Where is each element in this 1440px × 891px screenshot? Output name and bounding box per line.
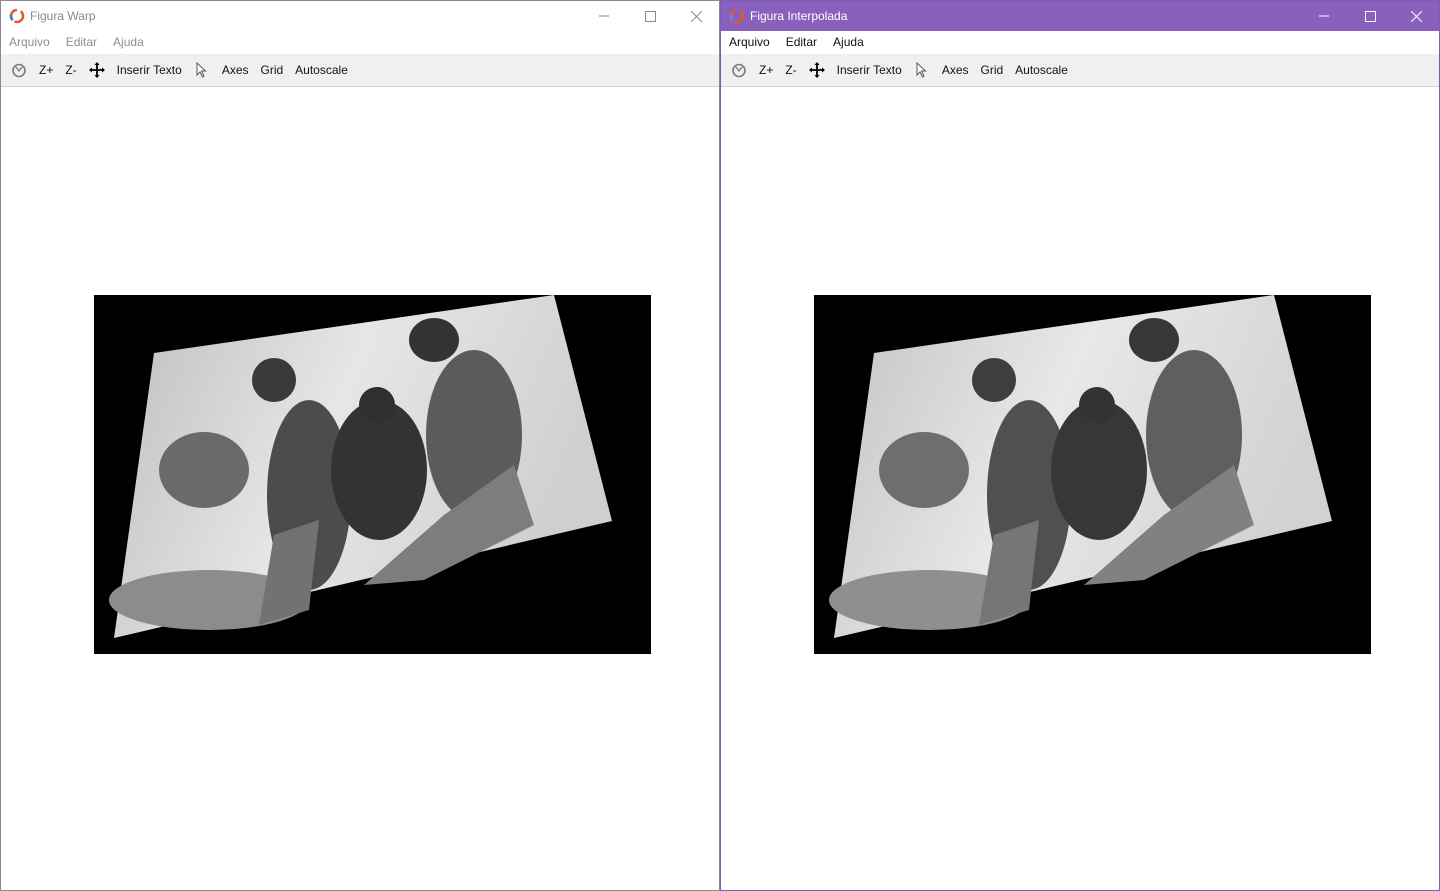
zoom-out-button[interactable]: Z- (779, 58, 802, 82)
axes-button[interactable]: Axes (216, 58, 255, 82)
app-logo-icon (8, 7, 26, 25)
zoom-out-button[interactable]: Z- (59, 58, 82, 82)
home-icon[interactable] (5, 58, 33, 82)
zoom-in-button[interactable]: Z+ (33, 58, 59, 82)
grid-button[interactable]: Grid (975, 58, 1010, 82)
maximize-icon (644, 10, 656, 22)
app-logo-icon (728, 7, 746, 25)
maximize-button[interactable] (627, 1, 673, 31)
window-figura-interpolada: Figura Interpolada Arquivo Editar Ajuda … (720, 0, 1440, 891)
minimize-icon (1319, 15, 1329, 17)
menu-arquivo[interactable]: Arquivo (721, 35, 778, 49)
zoom-in-button[interactable]: Z+ (753, 58, 779, 82)
menu-bar: Arquivo Editar Ajuda (1, 31, 719, 53)
menu-ajuda[interactable]: Ajuda (825, 35, 872, 49)
figure-canvas[interactable] (721, 87, 1439, 890)
home-icon[interactable] (725, 58, 753, 82)
warped-image (94, 295, 651, 654)
move-icon[interactable] (803, 58, 831, 82)
title-bar[interactable]: Figura Interpolada (721, 1, 1439, 31)
maximize-icon (1364, 10, 1376, 22)
window-title: Figura Warp (30, 9, 96, 23)
window-figura-warp: Figura Warp Arquivo Editar Ajuda Z+ Z- I… (0, 0, 720, 891)
figure-canvas[interactable] (1, 87, 719, 890)
close-icon (690, 10, 702, 22)
menu-ajuda[interactable]: Ajuda (105, 35, 152, 49)
insert-text-button[interactable]: Inserir Texto (111, 58, 188, 82)
interpolated-image (814, 295, 1371, 654)
maximize-button[interactable] (1347, 1, 1393, 31)
toolbar: Z+ Z- Inserir Texto Axes Grid Autoscale (1, 54, 719, 87)
minimize-button[interactable] (581, 1, 627, 31)
autoscale-button[interactable]: Autoscale (1009, 58, 1074, 82)
toolbar: Z+ Z- Inserir Texto Axes Grid Autoscale (721, 54, 1439, 87)
menu-editar[interactable]: Editar (778, 35, 825, 49)
close-button[interactable] (673, 1, 719, 31)
title-bar[interactable]: Figura Warp (1, 1, 719, 31)
minimize-button[interactable] (1301, 1, 1347, 31)
close-icon (1410, 10, 1422, 22)
axes-button[interactable]: Axes (936, 58, 975, 82)
menu-editar[interactable]: Editar (58, 35, 105, 49)
cursor-icon[interactable] (908, 58, 936, 82)
autoscale-button[interactable]: Autoscale (289, 58, 354, 82)
insert-text-button[interactable]: Inserir Texto (831, 58, 908, 82)
cursor-icon[interactable] (188, 58, 216, 82)
menu-arquivo[interactable]: Arquivo (1, 35, 58, 49)
window-title: Figura Interpolada (750, 9, 848, 23)
minimize-icon (599, 15, 609, 17)
move-icon[interactable] (83, 58, 111, 82)
close-button[interactable] (1393, 1, 1439, 31)
menu-bar: Arquivo Editar Ajuda (721, 31, 1439, 53)
grid-button[interactable]: Grid (255, 58, 290, 82)
